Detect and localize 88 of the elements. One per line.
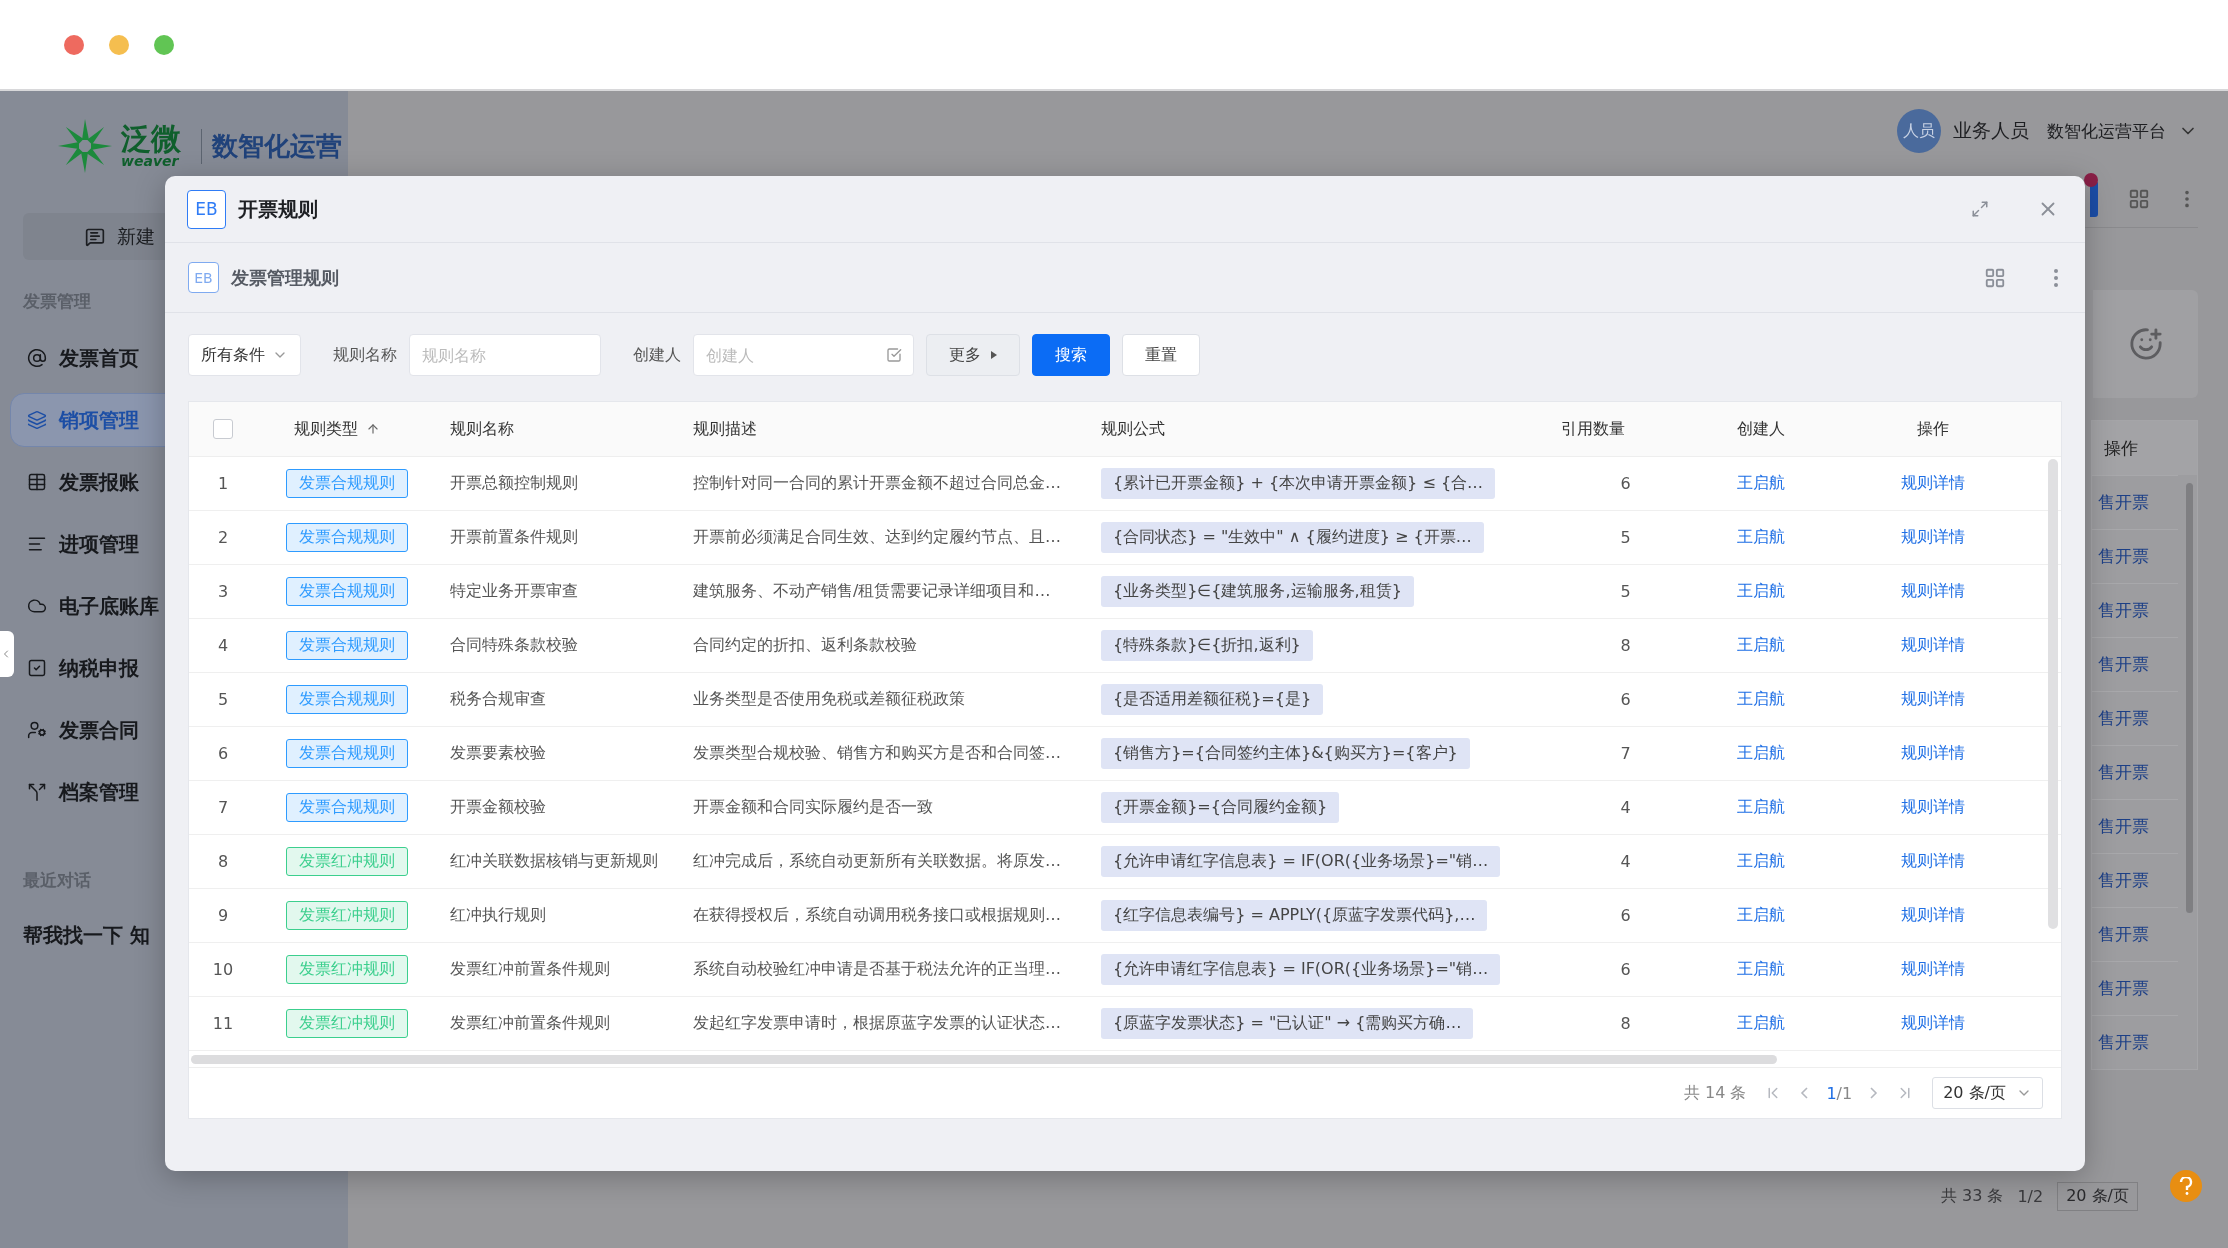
table-cell-text: 红冲关联数据核销与更新规则 [449,851,659,872]
row-number: 7 [216,798,230,817]
row-number: 6 [216,744,230,763]
column-header: 规则公式 [1100,418,1166,440]
page-indicator: 1/1 [1826,1083,1853,1103]
row-number: 11 [211,1014,235,1033]
table-cell-text: 开票金额校验 [449,797,547,818]
table-cell-text: 红冲执行规则 [449,905,547,926]
row-number: 2 [216,528,230,547]
formula-chip: {特殊条款}∈{折扣,返利} [1101,630,1313,661]
row-number: 9 [216,906,230,925]
table-cell-text: 4 [1619,798,1632,817]
rule-type-tag: 发票红冲规则 [286,955,408,984]
table-cell-text: 税务合规审查 [449,689,547,710]
formula-chip: {允许申请红字信息表} = IF(OR({业务场景}="销… [1101,846,1501,877]
logo-brand: 泛微 [121,124,181,154]
table-cell-text: 开票前置条件规则 [449,527,579,548]
row-number: 3 [216,582,230,601]
table-cell-text: 业务类型是否使用免税或差额征税政策 [692,689,966,710]
rule-type-tag: 发票红冲规则 [286,1009,408,1038]
table-cell-text: 6 [1619,690,1632,709]
column-header: 操作 [1916,418,1950,440]
formula-chip: {允许申请红字信息表} = IF(OR({业务场景}="销… [1101,954,1501,985]
row-number: 5 [216,690,230,709]
app-badge: EB [187,189,226,229]
table-cell-text: 8 [1619,636,1632,655]
table-cell-text: 建筑服务、不动产销售/租赁需要记录详细项目和… [692,581,1052,602]
rule-type-tag: 发票红冲规则 [286,901,408,930]
formula-chip: {销售方}={合同签约主体}&{购买方}={客户} [1101,738,1470,769]
row-number: 8 [216,852,230,871]
column-header: 操作 [2092,421,2197,475]
page-indicator: 1/2 [2017,1187,2044,1206]
rule-type-tag: 发票合规规则 [286,793,408,822]
table-cell-text: 6 [1619,474,1632,493]
formula-chip: {合同状态} = "生效中" ∧ {履约进度} ≥ {开票… [1101,522,1484,553]
row-number: 4 [216,636,230,655]
formula-chip: {红字信息表编号} = APPLY({原蓝字发票代码},… [1101,900,1488,931]
total-count: 共 14 条 [1683,1082,1747,1104]
table-cell-text: 开票金额和合同实际履约是否一致 [692,797,934,818]
formula-chip: {原蓝字发票状态} = "已认证" → {需购买方确… [1101,1008,1474,1039]
rule-type-tag: 发票合规规则 [286,577,408,606]
rule-type-tag: 发票合规规则 [286,523,408,552]
user-avatar: 人员 [1897,109,1941,153]
rule-type-tag: 发票合规规则 [286,631,408,660]
rule-type-tag: 发票合规规则 [286,469,408,498]
user-name: 业务人员 [1953,118,2029,143]
column-header: 规则名称 [449,418,515,440]
table-cell-text: 开票总额控制规则 [449,473,579,494]
app-badge: EB [188,262,219,293]
table-cell-text: 6 [1619,906,1632,925]
table-cell-text: 4 [1619,852,1632,871]
table-cell-text: 合同约定的折扣、返利条款校验 [692,635,918,656]
table-cell-text: 合同特殊条款校验 [449,635,579,656]
table-cell-text: 开票前必须满足合同生效、达到约定履约节点、且… [692,527,1062,548]
table-cell-text: 控制针对同一合同的累计开票金额不超过合同总金… [692,473,1062,494]
rule-type-tag: 发票合规规则 [286,739,408,768]
column-header: 创建人 [1735,418,1786,440]
table-cell-text: 8 [1619,1014,1632,1033]
total-count: 共 33 条 [1940,1186,2004,1207]
formula-chip: {累计已开票金额} + {本次申请开票金额} ≤ {合… [1101,468,1496,499]
dialog-title: 开票规则 [238,195,318,223]
column-header: 引用数量 [1560,418,1626,440]
formula-chip: {是否适用差额征税}={是} [1101,684,1324,715]
table-cell-text: 6 [1619,960,1632,979]
table-cell-text: 特定业务开票审查 [449,581,579,602]
table-cell-text: 发票类型合规校验、销售方和购买方是否和合同签… [692,743,1062,764]
formula-chip: {开票金额}={合同履约金额} [1101,792,1340,823]
rule-type-tag: 发票合规规则 [286,685,408,714]
field-label: 规则名称 [333,344,397,366]
table-cell-text: 发票红冲前置条件规则 [449,959,611,980]
table-cell-text: 系统自动校验红冲申请是否基于税法允许的正当理… [692,959,1062,980]
table-cell-text: 7 [1619,744,1632,763]
row-number: 1 [216,474,230,493]
logo-product: 数智化运营 [201,128,342,164]
formula-chip: {业务类型}∈{建筑服务,运输服务,租赁} [1101,576,1414,607]
field-label: 创建人 [633,344,681,366]
table-cell-text: 5 [1619,528,1632,547]
table-cell-text: 红冲完成后，系统自动更新所有关联数据。将原发… [692,851,1062,872]
table-cell-text: 5 [1619,582,1632,601]
table-cell-text: 发票红冲前置条件规则 [449,1013,611,1034]
rule-type-tag: 发票红冲规则 [286,847,408,876]
row-number: 10 [211,960,235,979]
table-cell-text: 发票要素校验 [449,743,547,764]
table-cell-text: 在获得授权后，系统自动调用税务接口或根据规则… [692,905,1062,926]
column-header: 规则描述 [692,418,758,440]
table-cell-text: 发起红字发票申请时，根据原蓝字发票的认证状态… [692,1013,1062,1034]
logo-latin: weaver [121,154,179,168]
page-title: 发票管理规则 [231,265,339,290]
